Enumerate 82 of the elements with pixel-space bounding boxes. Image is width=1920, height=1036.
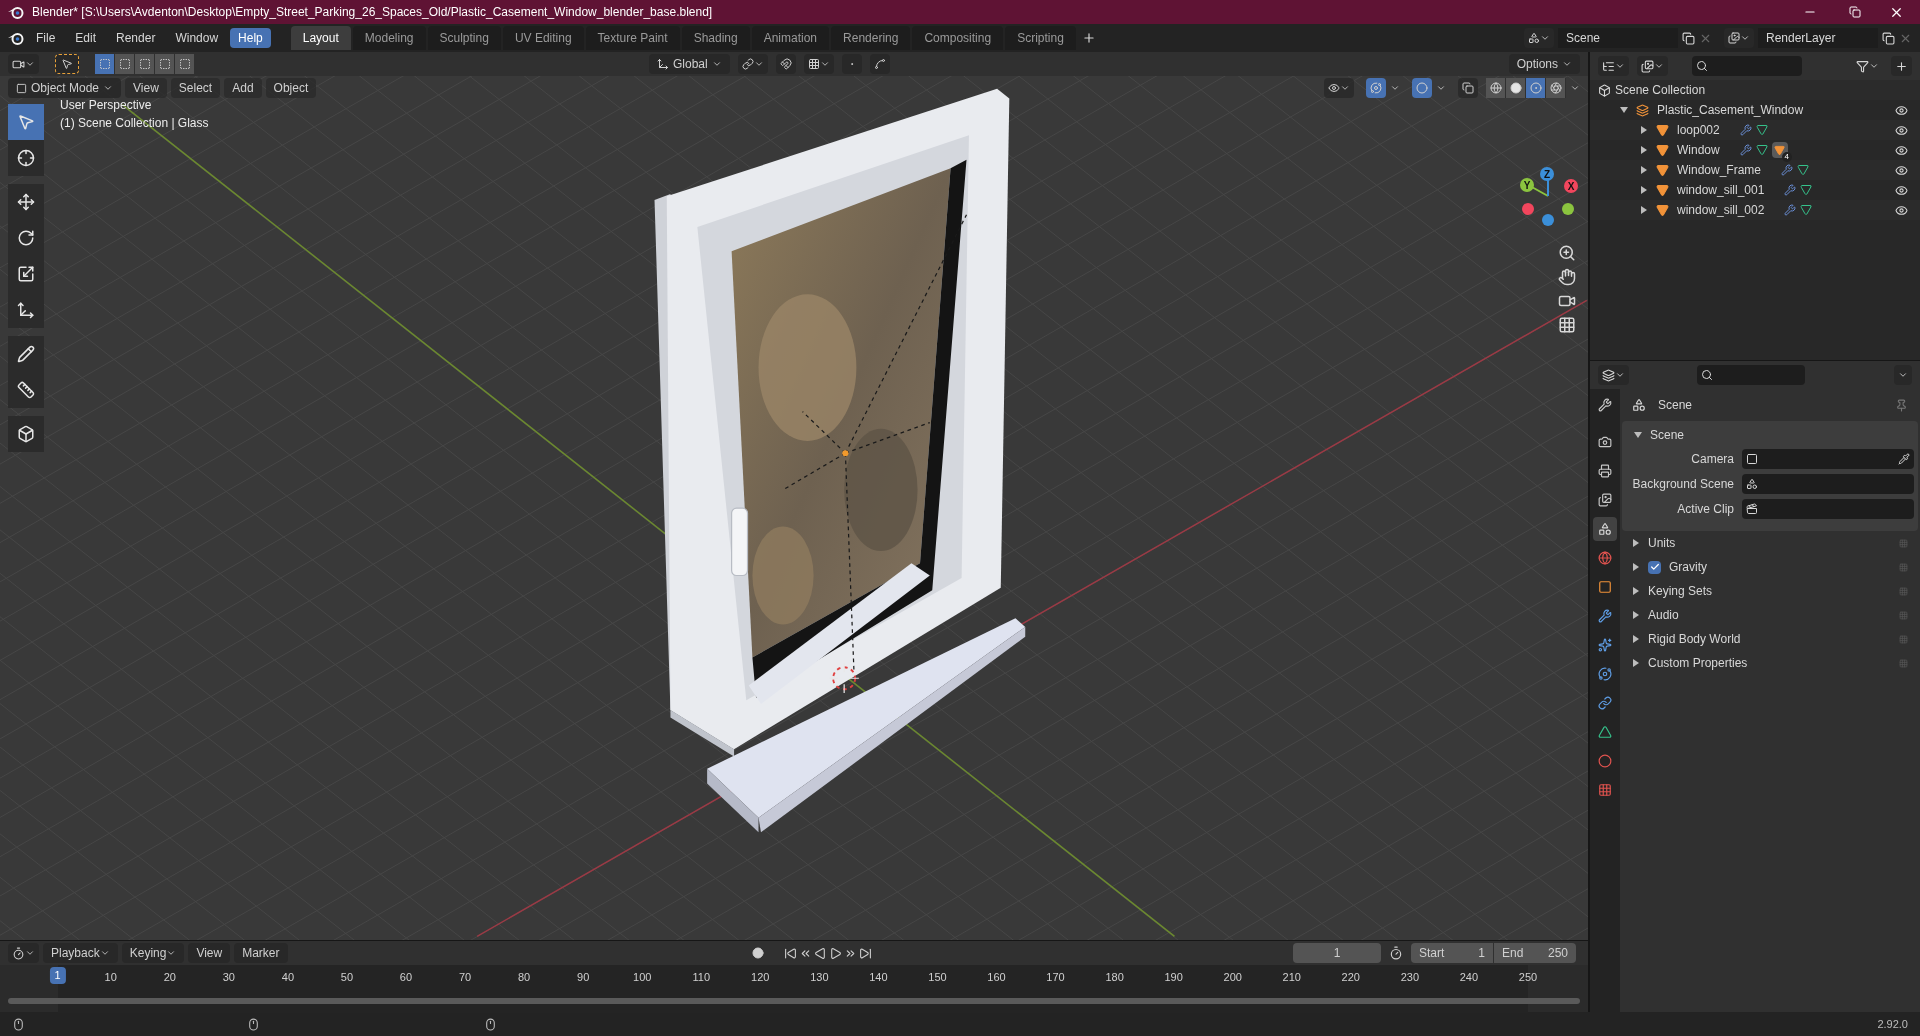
workspace-tab[interactable]: Compositing <box>912 26 1004 50</box>
frame-number: 100 <box>633 970 652 985</box>
scene-field[interactable]: Scene <box>1558 28 1678 48</box>
field-label: Active Clip <box>1676 501 1735 518</box>
menu-item[interactable]: Playback <box>43 943 118 963</box>
options-button[interactable]: Options <box>1508 54 1580 74</box>
menu-item[interactable]: Help <box>230 28 271 48</box>
panel-title[interactable]: Scene <box>1650 426 1685 444</box>
frame-number: 110 <box>692 970 710 985</box>
menu-item[interactable]: Edit <box>67 28 105 48</box>
frame-number: 170 <box>1046 970 1065 985</box>
outliner-item[interactable]: Window <box>1677 141 1720 159</box>
end-frame-field[interactable]: End 250 <box>1494 943 1576 963</box>
gizmo-axis-label[interactable]: X <box>1564 179 1578 193</box>
frame-number: 230 <box>1400 970 1419 985</box>
panel-title[interactable]: Gravity <box>1669 558 1707 576</box>
frame-number: 70 <box>458 970 472 985</box>
view-layer-field[interactable]: RenderLayer <box>1758 28 1878 48</box>
menu-item[interactable]: View <box>188 943 231 963</box>
frame-number: 210 <box>1282 970 1301 985</box>
playhead[interactable]: 1 <box>49 967 66 984</box>
frame-number: 150 <box>928 970 947 985</box>
viewport-info-text: User Perspective <box>60 97 153 114</box>
panel-title[interactable]: Keying Sets <box>1648 582 1713 600</box>
frame-number: 120 <box>751 970 770 985</box>
workspace-tab[interactable]: Modeling <box>352 26 426 50</box>
outliner-item[interactable]: Window_Frame <box>1677 161 1762 179</box>
workspace-tab[interactable]: Animation <box>751 26 830 50</box>
menu-item[interactable]: Render <box>108 28 164 48</box>
panel-title[interactable]: Rigid Body World <box>1648 630 1741 648</box>
frame-number: 130 <box>810 970 829 985</box>
frame-number: 50 <box>340 970 354 985</box>
viewport-info-text: (1) Scene Collection | Glass <box>60 115 209 132</box>
workspace-tab[interactable]: Texture Paint <box>585 26 680 50</box>
field-label: Background Scene <box>1631 476 1735 493</box>
gizmo-axis-label[interactable]: Y <box>1520 178 1534 192</box>
workspace-tab[interactable]: UV Editing <box>502 26 584 50</box>
frame-number: 250 <box>1518 970 1538 985</box>
frame-number: 180 <box>1105 970 1124 985</box>
frame-number: 30 <box>222 970 235 985</box>
workspace-tab[interactable]: Rendering <box>831 26 911 50</box>
workspace-tab[interactable]: Layout <box>290 26 351 50</box>
outliner-item[interactable]: window_sill_001 <box>1677 181 1765 199</box>
menu-item[interactable]: Keying <box>121 943 185 963</box>
gizmo-axis-label[interactable]: Z <box>1540 167 1554 181</box>
start-frame-field[interactable]: Start 1 <box>1411 943 1493 963</box>
frame-number: 80 <box>517 970 531 985</box>
orientation-dropdown[interactable]: Global <box>649 54 730 74</box>
frame-number: 60 <box>399 970 413 985</box>
frame-number: 20 <box>163 970 176 985</box>
version-text: 2.92.0 <box>1877 1016 1908 1032</box>
menu-item[interactable]: View <box>125 78 167 98</box>
menu-item[interactable]: Add <box>224 78 262 98</box>
frame-number: 240 <box>1459 970 1479 985</box>
panel-title[interactable]: Audio <box>1648 606 1679 624</box>
workspace-tab[interactable]: Scripting <box>1005 26 1076 50</box>
frame-number: 190 <box>1164 970 1183 985</box>
frame-number: 10 <box>104 970 117 985</box>
context-path-text: Scene <box>1658 397 1693 414</box>
outliner-item[interactable]: window_sill_002 <box>1677 201 1765 219</box>
window-title: Blender* [S:\Users\Avdenton\Desktop\Empty_Street_Parking_26_Spaces_Old/Plastic_Casement_Window_blender_base.blend] <box>32 4 713 21</box>
mode-dropdown[interactable]: Object Mode <box>8 78 122 98</box>
outliner-item[interactable]: loop002 <box>1677 121 1720 139</box>
menu-item[interactable]: Marker <box>234 943 288 963</box>
panel-title[interactable]: Custom Properties <box>1648 654 1748 672</box>
menu-item[interactable]: File <box>28 28 64 48</box>
outliner-item[interactable]: Plastic_Casement_Window <box>1657 101 1804 119</box>
frame-number: 220 <box>1341 970 1360 985</box>
menu-item[interactable]: Select <box>170 78 221 98</box>
frame-number: 160 <box>987 970 1006 985</box>
menu-item[interactable]: Window <box>167 28 227 48</box>
current-frame-field[interactable]: 1 <box>1293 943 1381 963</box>
panel-title[interactable]: Units <box>1648 534 1676 552</box>
outliner-item[interactable]: Scene Collection <box>1615 81 1706 99</box>
frame-number: 140 <box>869 970 888 985</box>
frame-number: 90 <box>577 970 590 985</box>
workspace-tab[interactable]: Sculpting <box>427 26 501 50</box>
workspace-tab[interactable]: Shading <box>681 26 750 50</box>
frame-number: 200 <box>1223 970 1242 985</box>
field-label: Camera <box>1690 451 1735 468</box>
menu-item[interactable]: Object <box>265 78 317 98</box>
frame-number: 40 <box>281 970 294 985</box>
